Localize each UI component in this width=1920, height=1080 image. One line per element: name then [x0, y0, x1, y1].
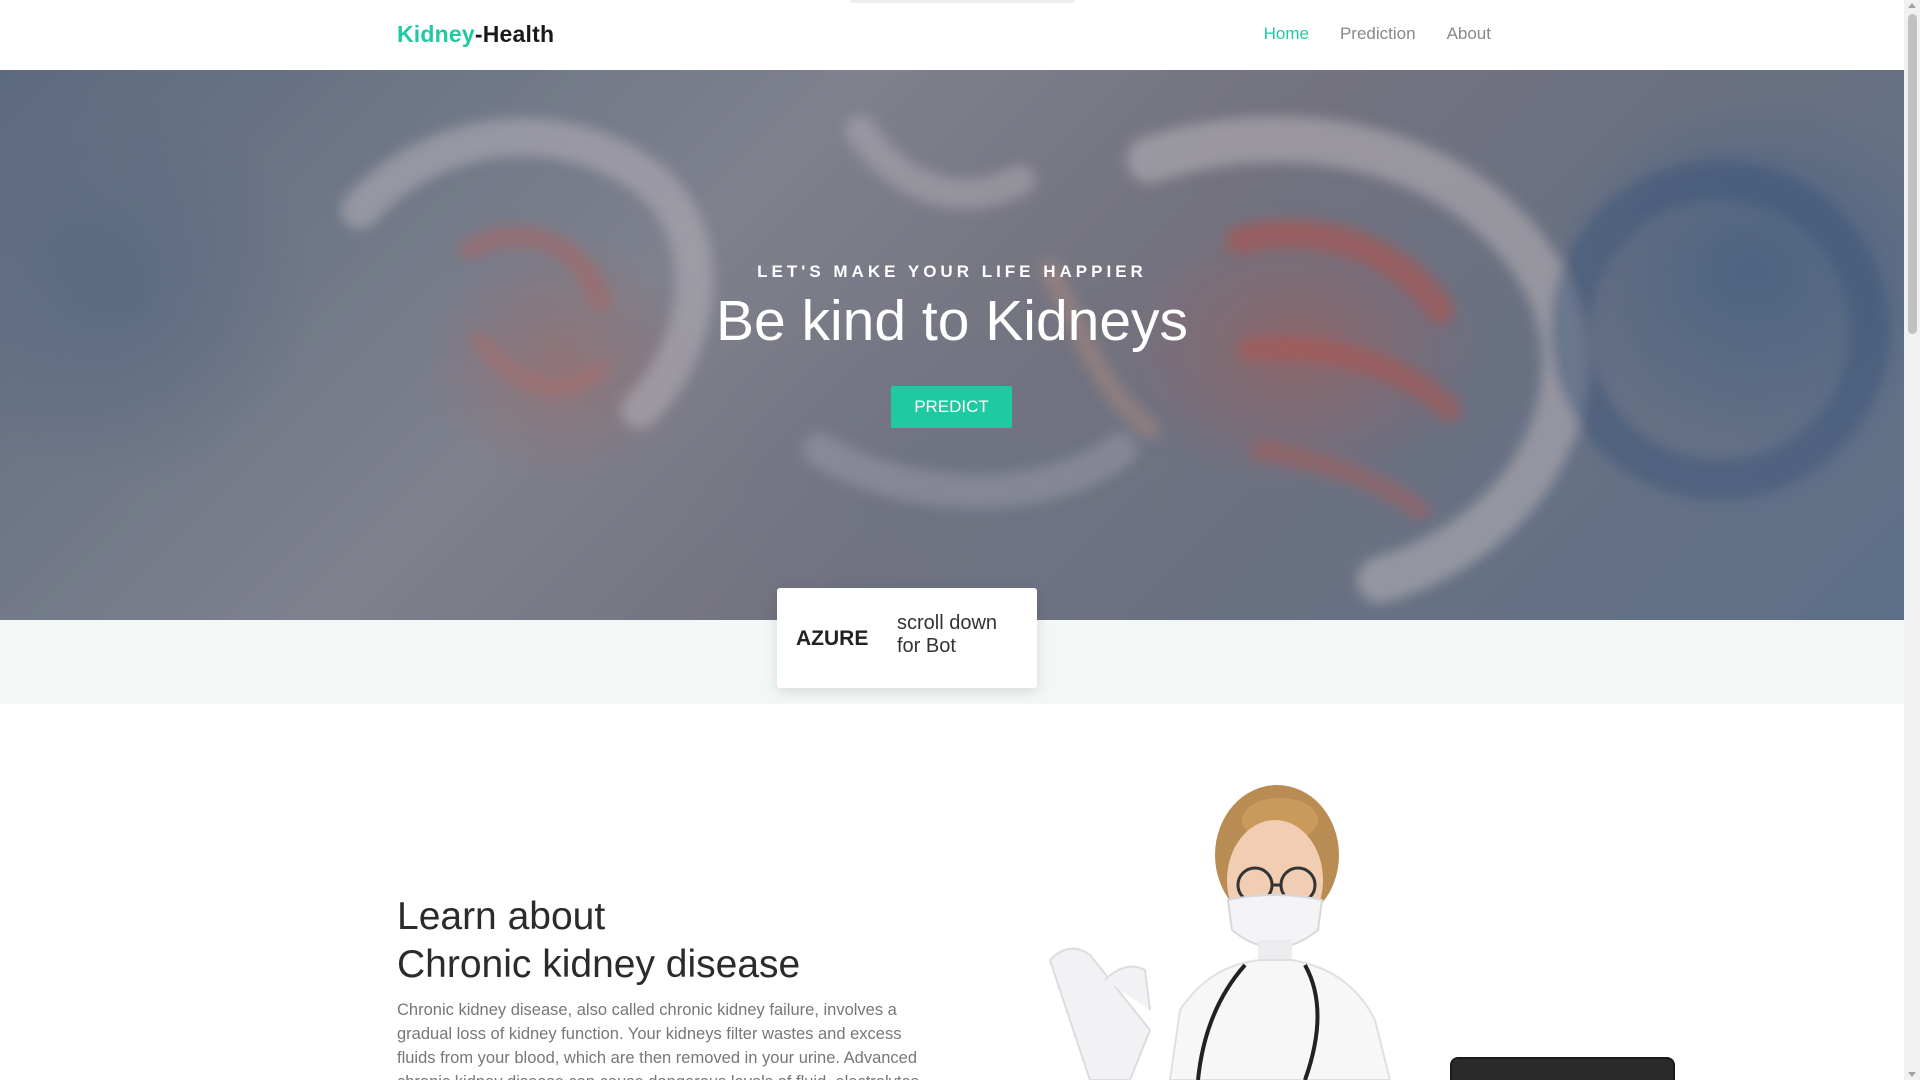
learn-title-line1: Learn about	[397, 895, 606, 938]
scroll-down-arrow-icon[interactable]	[1908, 1072, 1916, 1077]
page-scrollbar[interactable]	[1904, 0, 1920, 1080]
top-hint-bar	[850, 0, 1075, 3]
azure-label: AZURE	[796, 627, 869, 650]
learn-description: Chronic kidney disease, also called chro…	[397, 1001, 919, 1080]
brand-part-health: -Health	[474, 21, 555, 47]
nav-links: Home Prediction About	[1264, 24, 1491, 44]
azure-hint-text: scroll down for Bot	[897, 612, 998, 657]
learn-title-line2: Chronic kidney disease	[397, 943, 801, 986]
brand-part-kidney: Kidney	[397, 21, 475, 47]
nav-link-prediction[interactable]: Prediction	[1340, 24, 1416, 44]
scroll-thumb[interactable]	[1908, 14, 1917, 334]
azure-bot-card[interactable]: AZURE scroll down for Bot	[777, 588, 1037, 688]
nav-link-home[interactable]: Home	[1264, 24, 1309, 44]
hero-subtitle: LET'S MAKE YOUR LIFE HAPPIER	[757, 262, 1147, 281]
predict-button[interactable]: PREDICT	[891, 386, 1012, 428]
doctor-illustration	[1048, 785, 1392, 1080]
chat-bot-widget[interactable]	[1450, 1057, 1675, 1080]
brand-logo[interactable]: Kidney-Health	[397, 21, 554, 48]
hero-title: Be kind to Kidneys	[715, 289, 1189, 353]
navbar: Kidney-Health Home Prediction About	[0, 0, 1904, 70]
learn-section-title: Learn about Chronic kidney disease	[397, 893, 800, 989]
scroll-up-arrow-icon[interactable]	[1908, 3, 1916, 8]
hero-section: LET'S MAKE YOUR LIFE HAPPIER Be kind to …	[0, 70, 1904, 620]
nav-link-about[interactable]: About	[1447, 24, 1491, 44]
